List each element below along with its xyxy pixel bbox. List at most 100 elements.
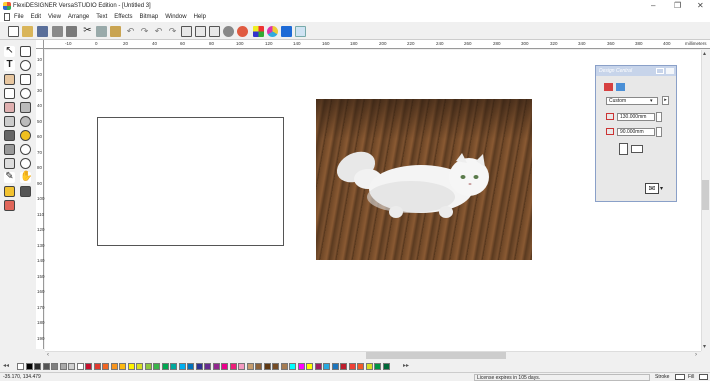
palette-swatch[interactable] <box>195 363 203 370</box>
preset-next-button[interactable]: ▸ <box>662 96 669 105</box>
palette-swatch[interactable] <box>68 363 75 370</box>
palette-swatch[interactable] <box>323 363 330 370</box>
menu-text[interactable]: Text <box>96 14 107 20</box>
portrait-orientation-button[interactable] <box>619 143 628 155</box>
cut-icon[interactable]: ✂ <box>82 26 93 37</box>
height-spinner[interactable] <box>656 127 662 137</box>
palette-swatch[interactable] <box>144 363 152 370</box>
palette-swatch[interactable] <box>314 363 322 370</box>
zoom-actual-tool-icon[interactable] <box>20 144 31 155</box>
maximize-button[interactable]: ❐ <box>674 1 681 10</box>
settings-icon[interactable] <box>223 26 234 37</box>
palette-swatch[interactable] <box>170 363 177 370</box>
menu-effects[interactable]: Effects <box>114 14 132 20</box>
palette-swatch[interactable] <box>306 363 313 370</box>
zoom-page-tool-icon[interactable] <box>20 102 31 113</box>
menu-view[interactable]: View <box>48 14 61 20</box>
ruler-corner[interactable] <box>36 40 44 49</box>
copy-icon[interactable] <box>96 26 107 37</box>
pan-hand-tool-icon[interactable]: ✋ <box>20 172 32 183</box>
zoom-fit-tool-icon[interactable] <box>20 130 31 141</box>
horizontal-ruler[interactable]: -10 0 20 40 60 80 100 120 140 160 180 20… <box>44 40 710 49</box>
palette-swatch[interactable] <box>289 363 296 370</box>
swatch-library-icon[interactable] <box>267 26 278 37</box>
palette-swatch[interactable] <box>76 363 84 370</box>
bitmap-tool-icon[interactable] <box>4 144 15 155</box>
rectangle-shape[interactable] <box>97 117 284 246</box>
palette-swatch[interactable] <box>59 363 67 370</box>
width-field[interactable]: 130.000mm <box>617 113 655 121</box>
panel-tab-icon[interactable] <box>616 83 625 91</box>
zoom-in-tool-icon[interactable] <box>20 60 31 71</box>
palette-swatch[interactable] <box>212 363 220 370</box>
palette-swatch[interactable] <box>263 363 271 370</box>
minimize-button[interactable]: – <box>651 1 655 10</box>
open-icon[interactable] <box>22 26 33 37</box>
fill-swatch[interactable] <box>699 374 708 380</box>
zoom-selection-tool-icon[interactable] <box>20 74 31 85</box>
palette-scroll-left-icon[interactable]: ◂◂ <box>3 362 9 369</box>
cat-photo[interactable] <box>316 99 532 260</box>
scroll-up-icon[interactable]: ▴ <box>703 50 706 57</box>
menu-file[interactable]: File <box>14 14 24 20</box>
close-button[interactable]: ✕ <box>697 1 704 10</box>
scroll-right-icon[interactable]: › <box>695 352 697 358</box>
redo-history-icon[interactable]: ↷ <box>167 26 178 37</box>
palette-swatch[interactable] <box>238 363 245 370</box>
menu-arrange[interactable]: Arrange <box>68 14 89 20</box>
panel-tab-icon[interactable] <box>604 83 613 91</box>
palette-swatch[interactable] <box>51 363 58 370</box>
envelope-icon[interactable]: ✉ <box>645 183 659 194</box>
stroke-swatch[interactable] <box>675 374 685 380</box>
landscape-orientation-button[interactable] <box>631 145 643 153</box>
palette-swatch[interactable] <box>34 363 41 370</box>
preset-dropdown-icon[interactable]: ▾ <box>650 98 653 104</box>
palette-swatch[interactable] <box>102 363 109 370</box>
palette-swatch[interactable] <box>110 363 118 370</box>
palette-swatch[interactable] <box>340 363 347 370</box>
design-central-header[interactable]: Design Central <box>596 66 676 76</box>
rectangle-tool-icon[interactable] <box>4 88 15 99</box>
zoom-all-tool-icon[interactable] <box>20 116 31 127</box>
node-edit-tool-icon[interactable] <box>20 46 31 57</box>
palette-swatch[interactable] <box>297 363 305 370</box>
knife-tool-icon[interactable] <box>4 102 15 113</box>
palette-swatch[interactable] <box>178 363 186 370</box>
palette-swatch[interactable] <box>93 363 101 370</box>
palette-swatch[interactable] <box>255 363 262 370</box>
document-icon[interactable] <box>4 13 10 21</box>
text-tool-icon[interactable]: T <box>4 60 15 71</box>
scroll-down-icon[interactable]: ▾ <box>703 343 706 350</box>
panel-pin-icon[interactable] <box>656 68 664 74</box>
palette-swatch[interactable] <box>221 363 228 370</box>
palette-swatch[interactable] <box>357 363 364 370</box>
color-manager-icon[interactable] <box>253 26 264 37</box>
menu-bitmap[interactable]: Bitmap <box>140 14 159 20</box>
palette-swatch[interactable] <box>280 363 288 370</box>
undo-icon[interactable]: ↶ <box>125 26 136 37</box>
print-icon[interactable] <box>281 26 292 37</box>
page-setup-icon[interactable] <box>181 26 192 37</box>
import-icon[interactable] <box>52 26 63 37</box>
measure-tool-icon[interactable] <box>4 158 15 169</box>
palette-swatch[interactable] <box>42 363 50 370</box>
palette-swatch[interactable] <box>25 363 33 370</box>
effects-tool-icon[interactable] <box>4 130 15 141</box>
menu-edit[interactable]: Edit <box>31 14 41 20</box>
vertical-ruler[interactable]: 10 20 30 40 50 60 70 80 90 100 110 120 1… <box>36 49 45 349</box>
palette-swatch[interactable] <box>348 363 356 370</box>
eyedropper-tool-icon[interactable]: ✎ <box>4 172 15 183</box>
palette-swatch[interactable] <box>331 363 339 370</box>
horizontal-scroll-thumb[interactable] <box>366 352 506 359</box>
preferences-icon[interactable] <box>195 26 206 37</box>
palette-swatch[interactable] <box>161 363 169 370</box>
panel-close-icon[interactable] <box>666 68 674 74</box>
palette-scroll-right-icon[interactable]: ▸▸ <box>403 362 409 369</box>
palette-swatch[interactable] <box>136 363 143 370</box>
distort-tool-icon[interactable] <box>4 116 15 127</box>
paint-tool-icon[interactable] <box>4 200 15 211</box>
width-spinner[interactable] <box>656 112 662 122</box>
zoom-width-tool-icon[interactable] <box>20 158 31 169</box>
menu-window[interactable]: Window <box>165 14 186 20</box>
palette-swatch[interactable] <box>365 363 373 370</box>
